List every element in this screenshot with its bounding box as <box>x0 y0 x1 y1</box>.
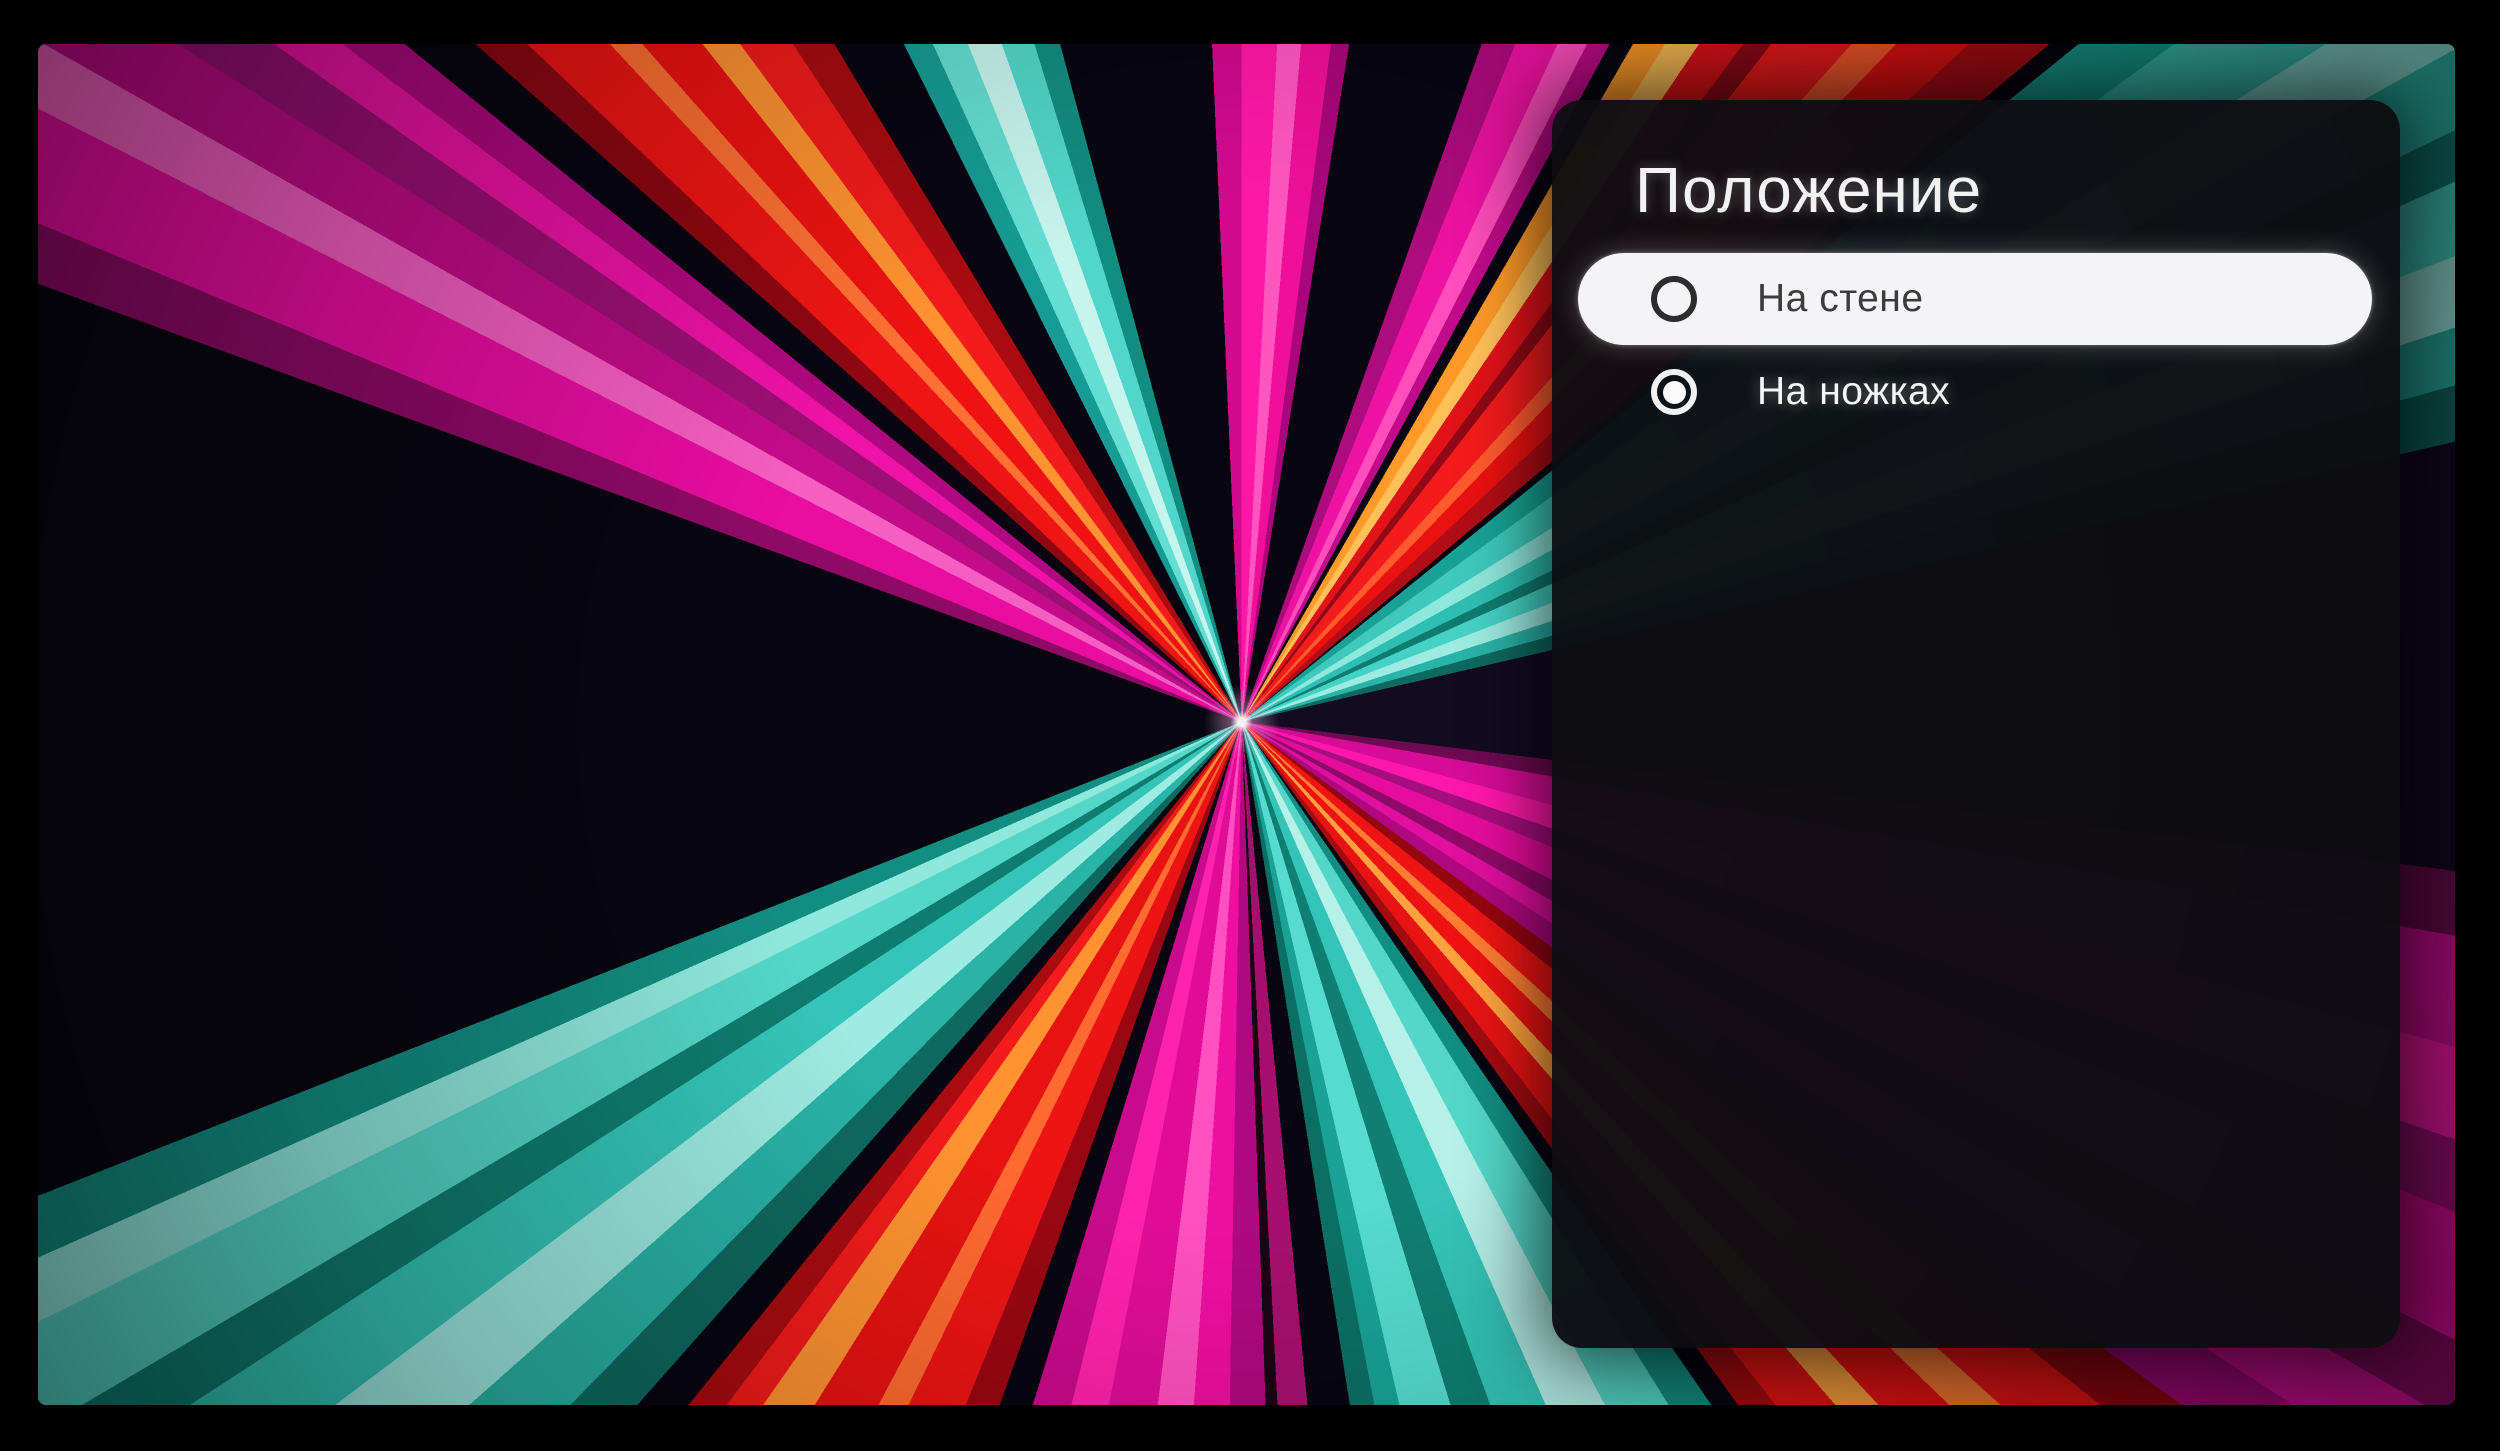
option-on-stand[interactable]: На ножках <box>1578 346 2372 438</box>
panel-title: Положение <box>1635 158 1982 222</box>
option-label: На ножках <box>1757 370 1950 414</box>
option-label: На стене <box>1757 277 1924 321</box>
position-settings-panel: Положение На стене На ножках <box>1552 100 2400 1348</box>
tv-screen: Положение На стене На ножках <box>38 44 2455 1405</box>
position-options-list: На стене На ножках <box>1578 253 2372 439</box>
option-on-wall[interactable]: На стене <box>1578 253 2372 345</box>
radio-unselected-icon <box>1651 276 1697 322</box>
radio-selected-icon <box>1651 369 1697 415</box>
tv-photo-frame: Положение На стене На ножках <box>0 0 2500 1451</box>
